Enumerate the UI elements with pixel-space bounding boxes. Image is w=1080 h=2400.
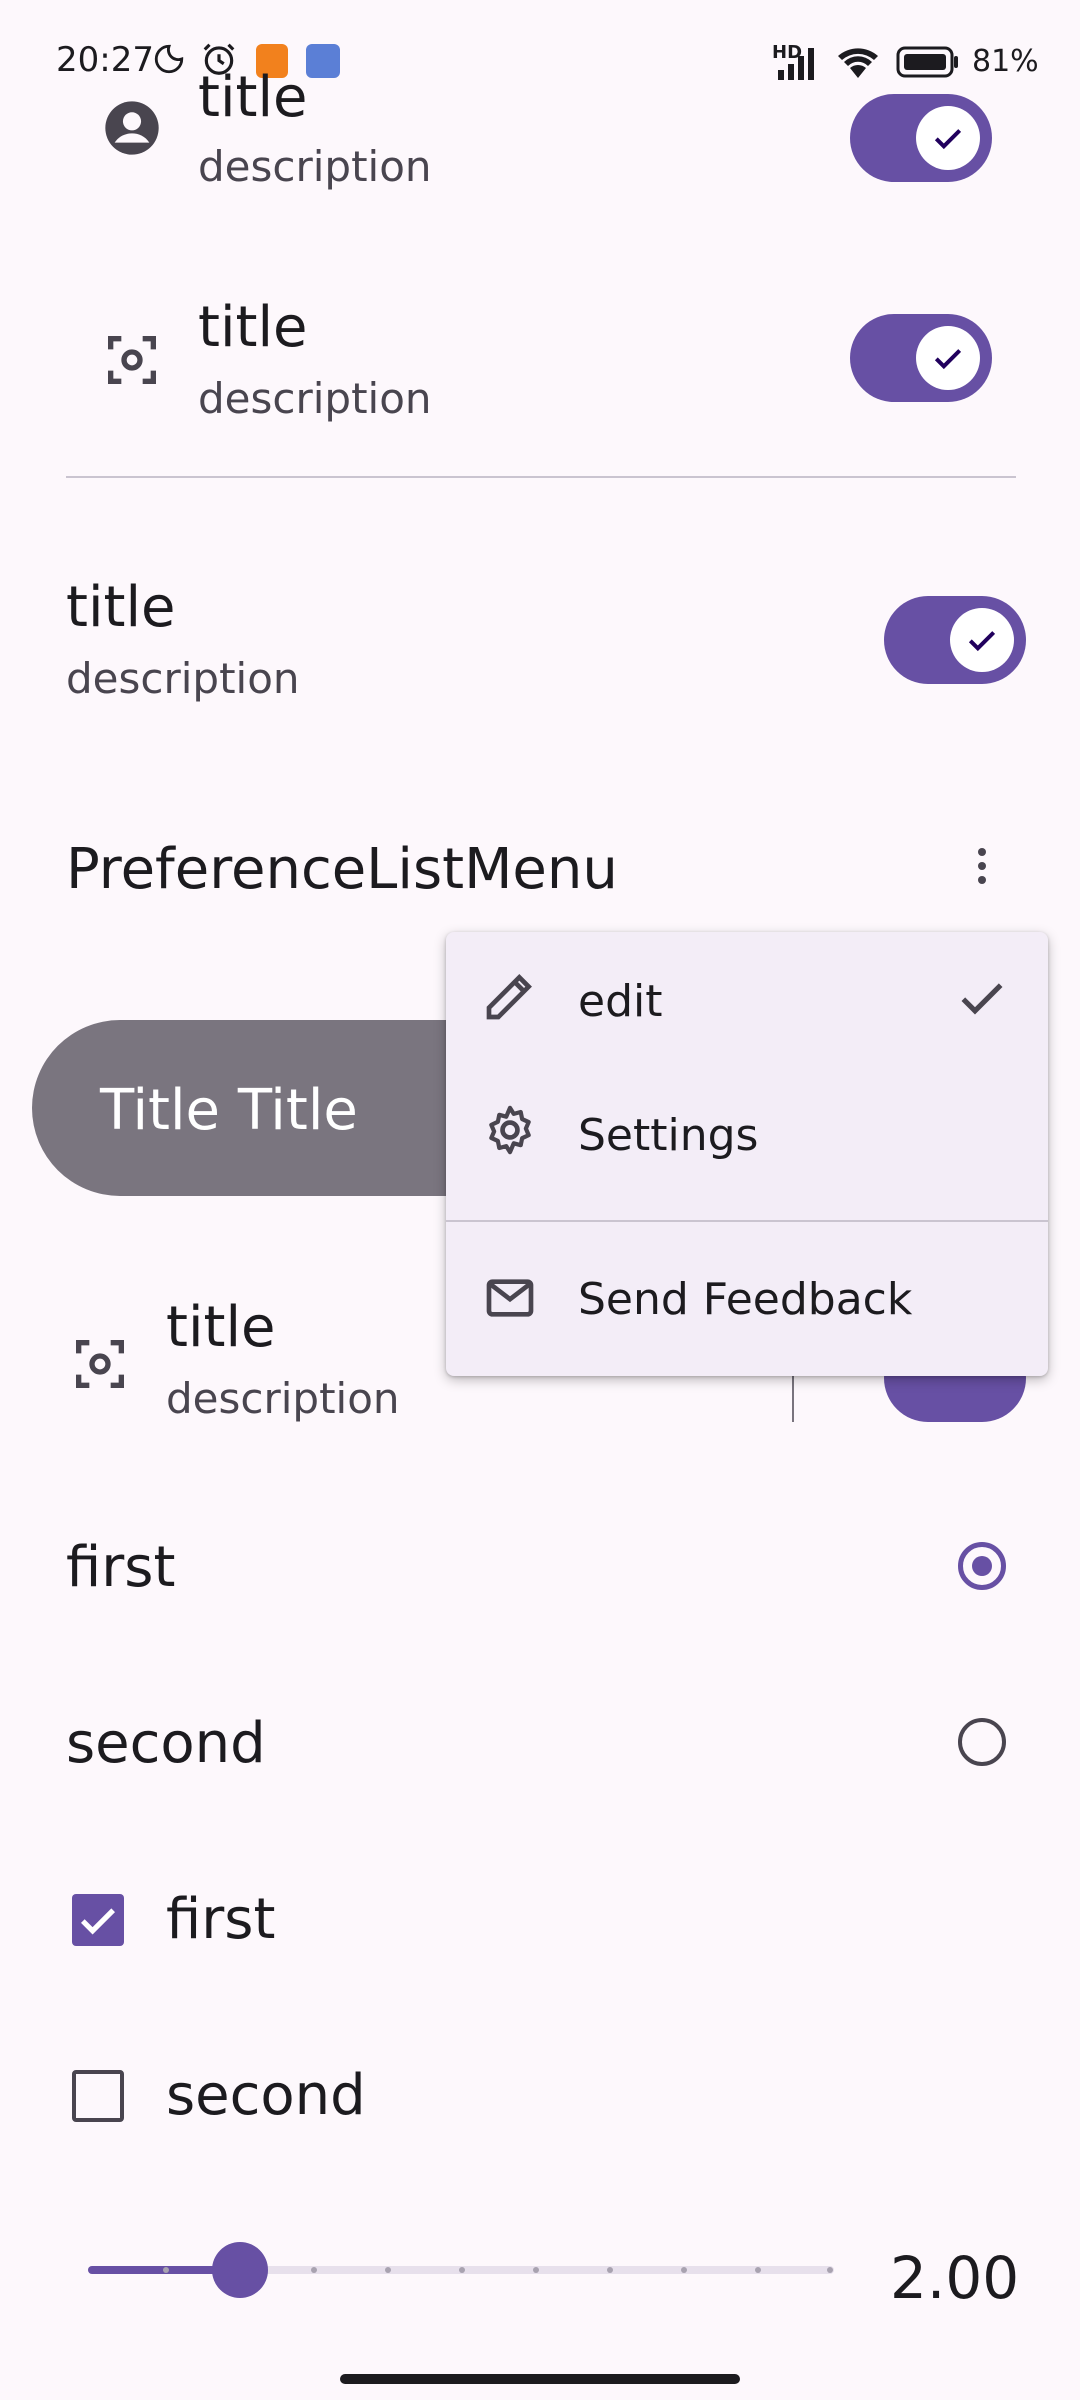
preference-list-menu-title: PreferenceListMenu xyxy=(66,837,618,902)
slider-tick xyxy=(755,2267,761,2273)
preference-title: title xyxy=(198,65,308,130)
slider-tick xyxy=(459,2267,465,2273)
toggle-switch[interactable] xyxy=(850,94,992,182)
preference-description: description xyxy=(198,374,432,423)
preference-description: description xyxy=(66,654,300,703)
menu-item-settings[interactable]: Settings xyxy=(446,1066,1048,1196)
slider-tick xyxy=(163,2267,169,2273)
center-focus-icon xyxy=(108,336,156,384)
slider-value: 2.00 xyxy=(890,2244,1020,2312)
preference-list-menu[interactable]: PreferenceListMenu xyxy=(0,810,1080,930)
check-icon xyxy=(934,129,962,150)
gesture-bar[interactable] xyxy=(340,2374,740,2384)
preference-item[interactable]: title description xyxy=(0,270,1080,440)
dropdown-menu: edit Settings Send Feedback xyxy=(446,932,1048,1376)
more-vert-icon[interactable] xyxy=(958,842,1006,890)
radio-label: second xyxy=(66,1711,266,1776)
preference-description: description xyxy=(166,1374,400,1423)
menu-item-label: edit xyxy=(578,976,663,1027)
radio-button[interactable] xyxy=(958,1718,1006,1766)
radio-button-selected[interactable] xyxy=(958,1542,1006,1590)
gear-icon xyxy=(489,1105,531,1155)
mail-icon xyxy=(486,1279,534,1317)
center-focus-icon xyxy=(76,1340,124,1388)
check-icon xyxy=(80,1908,116,1935)
slider-tick xyxy=(533,2267,539,2273)
slider-thumb[interactable] xyxy=(212,2242,268,2298)
checkbox-label: second xyxy=(166,2063,366,2128)
menu-divider xyxy=(446,1220,1048,1222)
account-circle-icon xyxy=(105,101,159,155)
slider-tick xyxy=(827,2267,833,2273)
slider-tick xyxy=(385,2267,391,2273)
radio-row[interactable]: first xyxy=(0,1510,1080,1630)
divider xyxy=(66,476,1016,478)
menu-item-edit[interactable]: edit xyxy=(446,932,1048,1062)
check-icon xyxy=(934,349,962,370)
slider-tick xyxy=(607,2267,613,2273)
preference-item[interactable]: title description xyxy=(0,560,1080,720)
radio-label: first xyxy=(66,1535,176,1600)
menu-item-send-feedback[interactable]: Send Feedback xyxy=(446,1234,1048,1364)
slider-tick xyxy=(681,2267,687,2273)
preference-description: description xyxy=(198,142,432,191)
checkbox-checked[interactable] xyxy=(72,1894,124,1946)
checkbox[interactable] xyxy=(72,2070,124,2122)
pill-label: Title Title xyxy=(100,1078,358,1143)
menu-item-label: Send Feedback xyxy=(578,1274,913,1325)
checkbox-label: first xyxy=(166,1887,276,1952)
preference-title: title xyxy=(198,295,308,360)
menu-item-label: Settings xyxy=(578,1110,759,1161)
checkbox-row[interactable]: second xyxy=(0,2038,1080,2158)
pencil-icon xyxy=(486,974,532,1020)
slider-tick xyxy=(311,2267,317,2273)
preference-title: title xyxy=(66,575,176,640)
checkbox-row[interactable]: first xyxy=(0,1862,1080,1982)
toggle-switch[interactable] xyxy=(884,596,1026,684)
preference-item[interactable]: title description xyxy=(0,60,1080,210)
preference-title: title xyxy=(166,1295,276,1360)
check-icon xyxy=(961,983,1003,1015)
toggle-switch[interactable] xyxy=(850,314,992,402)
radio-row[interactable]: second xyxy=(0,1686,1080,1806)
check-icon xyxy=(968,631,996,652)
